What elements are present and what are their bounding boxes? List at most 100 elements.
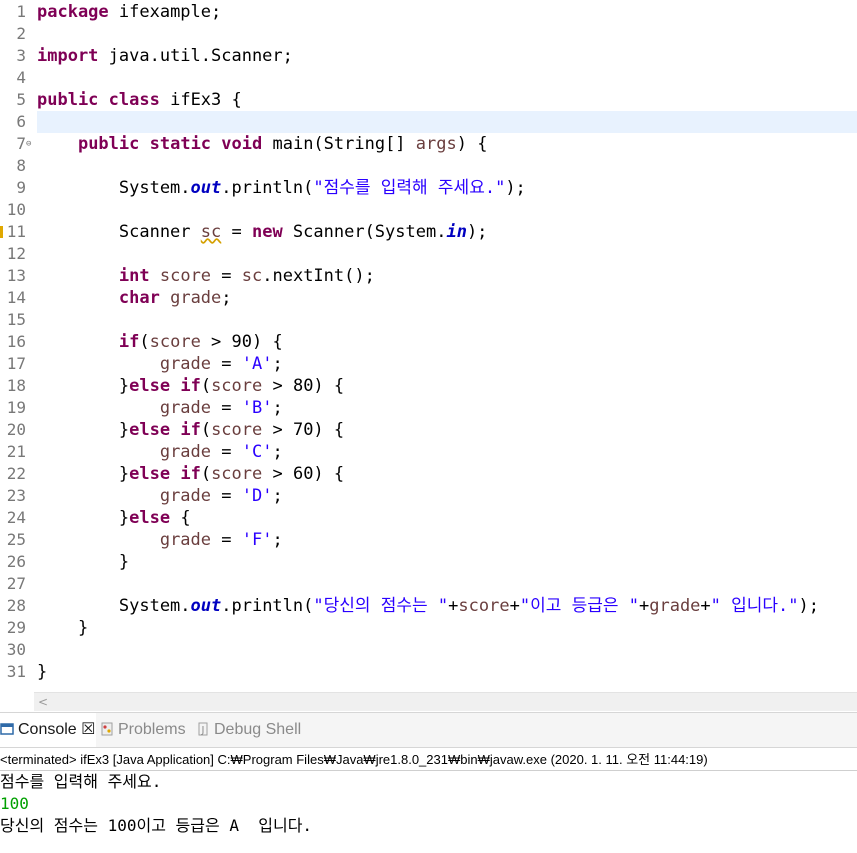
console-icon [0, 723, 14, 735]
code-line[interactable]: package ifexample; [37, 1, 857, 23]
code-token: new [251, 222, 283, 242]
code-line[interactable] [37, 243, 857, 265]
warning-marker-icon[interactable] [0, 226, 3, 238]
code-token: void [221, 134, 263, 154]
tab-debug-shell[interactable]: J Debug Shell [196, 713, 306, 747]
code-token: out [190, 596, 222, 616]
code-line[interactable]: System.out.println("당신의 점수는 "+score+"이고 … [37, 595, 857, 617]
code-token: ; [221, 288, 232, 308]
code-token: } [37, 662, 48, 682]
line-number: 17 [6, 354, 26, 373]
code-line[interactable]: }else if(score > 80) { [37, 375, 857, 397]
code-line[interactable]: char grade; [37, 287, 857, 309]
code-line[interactable] [37, 199, 857, 221]
code-line[interactable]: Scanner sc = new Scanner(System.in); [37, 221, 857, 243]
code-token: if [180, 420, 201, 440]
line-number: 3 [16, 46, 26, 65]
code-token: ) { [456, 134, 488, 154]
fold-toggle-icon[interactable]: ⊖ [26, 133, 34, 155]
code-token: + [509, 596, 520, 616]
code-token: 'F' [241, 530, 273, 550]
code-token: = [221, 222, 252, 242]
code-line[interactable]: int score = sc.nextInt(); [37, 265, 857, 287]
code-line[interactable] [37, 67, 857, 89]
code-token: "당신의 점수는 " [313, 596, 449, 616]
code-token: static [149, 134, 212, 154]
line-number: 8 [16, 156, 26, 175]
code-token: } [37, 376, 130, 396]
code-line[interactable]: grade = 'B'; [37, 397, 857, 419]
scroll-left-icon[interactable]: < [38, 693, 48, 711]
code-line[interactable]: } [37, 661, 857, 683]
code-line[interactable] [37, 573, 857, 595]
code-token: { [170, 508, 191, 528]
code-token: } [37, 508, 130, 528]
tab-problems[interactable]: Problems [100, 713, 196, 747]
code-line[interactable]: import java.util.Scanner; [37, 45, 857, 67]
code-token: public [37, 90, 99, 110]
code-line[interactable]: System.out.println("점수를 입력해 주세요."); [37, 177, 857, 199]
code-line[interactable]: }else { [37, 507, 857, 529]
line-number: 4 [16, 68, 26, 87]
line-number-gutter: 1 2 3 4 5 6 7 8 9 10 11 12 13 14 15 16 17 18 19 20 21 22 23 24 2… [0, 0, 34, 692]
code-token: ); [505, 178, 526, 198]
code-token: } [37, 420, 130, 440]
tab-problems-label: Problems [118, 721, 186, 738]
code-token: ( [139, 332, 150, 352]
code-token: } [37, 464, 130, 484]
line-number: 9 [16, 178, 26, 197]
code-line[interactable]: grade = 'A'; [37, 353, 857, 375]
code-token: Scanner [37, 222, 201, 242]
code-token: score [159, 266, 212, 286]
current-code-line[interactable] [37, 111, 857, 133]
code-token: = [211, 398, 242, 418]
code-line[interactable]: }else if(score > 60) { [37, 463, 857, 485]
code-token: class [108, 90, 160, 110]
tab-console-label: Console ☒ [18, 721, 96, 738]
line-number: 23 [6, 486, 26, 505]
code-line[interactable]: }else if(score > 70) { [37, 419, 857, 441]
code-token: ; [272, 398, 283, 418]
code-token: ; [272, 354, 283, 374]
line-number: 6 [16, 112, 26, 131]
code-token: score [149, 332, 201, 352]
code-line[interactable] [37, 155, 857, 177]
code-token: System. [37, 596, 191, 616]
line-number: 20 [6, 420, 26, 439]
line-number: 11 [6, 222, 26, 241]
code-line[interactable] [37, 23, 857, 45]
code-line[interactable]: grade = 'C'; [37, 441, 857, 463]
code-line[interactable] [37, 639, 857, 661]
code-token: score [211, 464, 263, 484]
code-line[interactable]: grade = 'D'; [37, 485, 857, 507]
code-token: main(String[] [262, 134, 416, 154]
code-line[interactable]: } [37, 551, 857, 573]
code-token: = [211, 442, 242, 462]
horizontal-scrollbar[interactable]: < [34, 692, 857, 711]
line-number: 19 [6, 398, 26, 417]
code-line[interactable]: grade = 'F'; [37, 529, 857, 551]
code-line[interactable]: public class ifEx3 { [37, 89, 857, 111]
code-line[interactable]: public static void main(String[] args) { [37, 133, 857, 155]
line-number: 15 [6, 310, 26, 329]
tab-console[interactable]: Console ☒ [0, 713, 96, 747]
line-number: 24 [6, 508, 26, 527]
code-editor[interactable]: 1 2 3 4 5 6 7 8 9 10 11 12 13 14 15 16 17 18 19 20 21 22 23 24 2… [0, 0, 857, 692]
code-token: "점수를 입력해 주세요." [313, 178, 506, 198]
code-token: else [129, 376, 171, 396]
code-line[interactable] [37, 309, 857, 331]
code-token: else [129, 508, 171, 528]
code-token: Scanner(System. [282, 222, 447, 242]
code-token: sc [241, 266, 263, 286]
code-token: > 60) { [262, 464, 345, 484]
code-line[interactable]: } [37, 617, 857, 639]
code-token: grade [170, 288, 222, 308]
code-line[interactable]: if(score > 90) { [37, 331, 857, 353]
